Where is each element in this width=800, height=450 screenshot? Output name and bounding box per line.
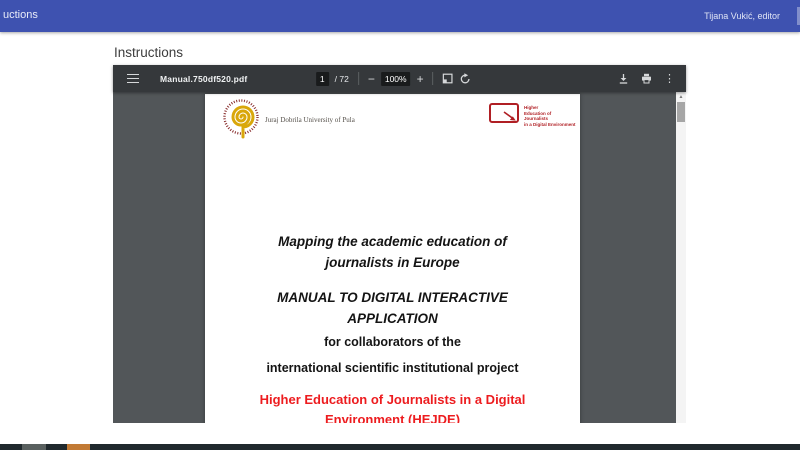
pdf-toolbar-center: 1 / 72 − 100% + [316,65,472,92]
pdf-filename: Manual.750df520.pdf [160,74,247,84]
document-title: Mapping the academic education of journa… [205,231,580,273]
pdf-scrollbar[interactable]: ▲ [676,92,686,423]
hamburger-icon[interactable] [127,74,139,84]
zoom-in-button[interactable]: + [417,73,424,85]
pdf-page: Juraj Dobrila University of Pula Higher … [205,94,580,423]
page-total-label: / 72 [335,74,349,84]
project-logo-line: in a Digital Environment [524,122,576,128]
document-header: Juraj Dobrila University of Pula Higher … [215,98,576,142]
project-logo-caption: Higher Education of Journalists in a Dig… [524,105,576,127]
document-title-line: Mapping the academic education of [205,231,580,252]
document-subtitle-line: APPLICATION [205,308,580,329]
download-icon[interactable] [618,73,629,84]
pdf-toolbar-right: ⋮ [618,72,675,85]
document-title-block: Mapping the academic education of journa… [205,231,580,423]
zoom-out-button[interactable]: − [368,73,375,85]
zoom-level-value[interactable]: 100% [381,72,411,86]
university-spiral-logo [221,98,263,142]
page-number-input[interactable]: 1 [316,72,329,86]
toolbar-divider [433,72,434,85]
taskbar-edge [0,444,800,450]
taskbar-item-orange[interactable] [67,444,90,450]
pdf-toolbar: Manual.750df520.pdf 1 / 72 − 100% + [113,65,686,92]
toolbar-divider [358,72,359,85]
document-subtitle: MANUAL TO DIGITAL INTERACTIVE APPLICATIO… [205,287,580,329]
pdf-content-area: Juraj Dobrila University of Pula Higher … [113,92,686,423]
more-options-icon[interactable]: ⋮ [664,72,675,85]
document-project-name-line: Higher Education of Journalists in a Dig… [205,390,580,410]
document-project-name-line: Environment (HEJDE) [205,410,580,423]
page-title: Instructions [114,45,183,60]
scrollbar-thumb[interactable] [677,102,685,122]
pdf-viewer: Manual.750df520.pdf 1 / 72 − 100% + [113,65,686,423]
document-project-name: Higher Education of Journalists in a Dig… [205,390,580,423]
project-logo-line: Education of Journalists [524,111,576,122]
taskbar-item-gray[interactable] [22,444,46,450]
rotate-icon[interactable] [460,73,472,85]
document-body-line: international scientific institutional p… [205,359,580,378]
cursor-arrow-icon [503,110,517,122]
scrollbar-up-arrow-icon[interactable]: ▲ [676,92,686,102]
app-header: uctions Tijana Vukić, editor [0,0,800,32]
print-icon[interactable] [641,73,652,84]
user-editor-label[interactable]: Tijana Vukić, editor [704,11,780,21]
document-subtitle-line: MANUAL TO DIGITAL INTERACTIVE [205,287,580,308]
nav-item-instructions-partial[interactable]: uctions [3,9,38,21]
document-body-line: for collaborators of the [205,333,580,352]
document-title-line: journalists in Europe [205,252,580,273]
screen: uctions Tijana Vukić, editor Instruction… [0,0,800,450]
university-name: Juraj Dobrila University of Pula [265,116,355,124]
fit-to-page-icon[interactable] [443,73,454,84]
